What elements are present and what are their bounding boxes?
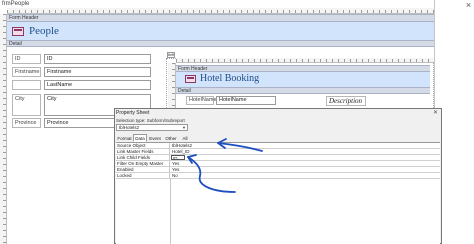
annotation-arrows <box>187 138 263 193</box>
arrow-to-link-child <box>187 156 236 193</box>
